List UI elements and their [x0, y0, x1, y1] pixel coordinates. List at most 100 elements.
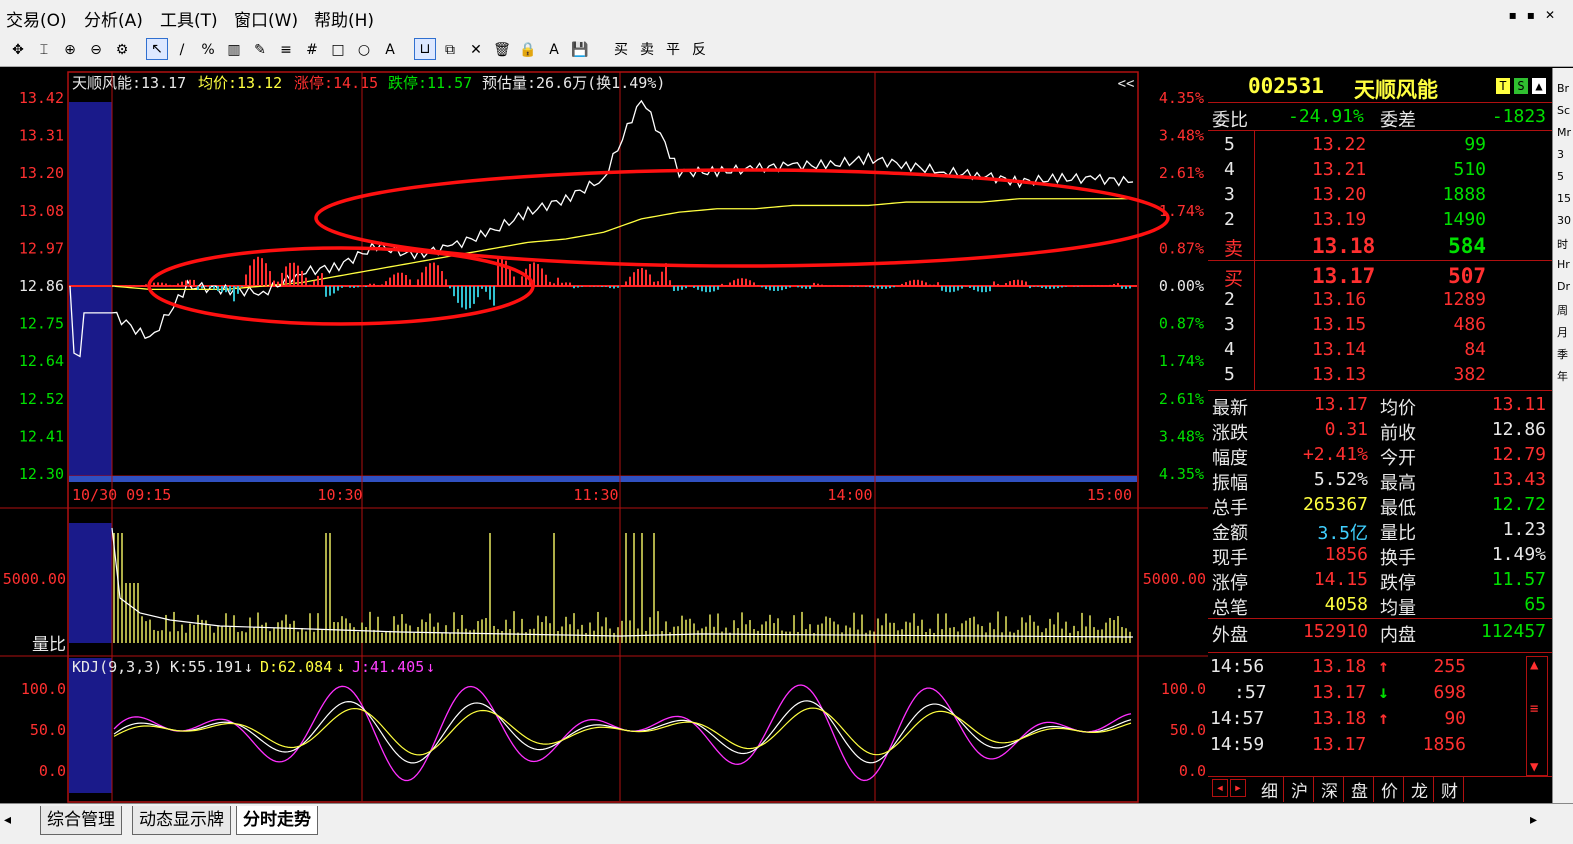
ruler-icon[interactable]: ▥	[224, 40, 244, 60]
stat-label: 金额	[1212, 523, 1248, 544]
hash-icon[interactable]: #	[302, 40, 322, 60]
wei-cha-label: 委差	[1380, 110, 1416, 131]
tab-scroll-left-icon[interactable]: ◂	[4, 812, 11, 828]
quote-s-icon[interactable]: S	[1514, 78, 1528, 94]
price-axis-label: 12.52	[19, 390, 64, 408]
sidebar-item[interactable]: 季	[1557, 346, 1568, 362]
text-icon[interactable]: A	[380, 40, 400, 60]
quote-tab-prev-icon[interactable]: ◂	[1212, 779, 1228, 797]
tick-price: 13.17	[1312, 734, 1367, 755]
kdj-d-line	[113, 707, 1132, 756]
gear-icon[interactable]: ⚙	[112, 40, 132, 60]
pct-axis-label: 2.61%	[1159, 390, 1204, 408]
header-name-price: 天顺风能:13.17	[72, 74, 186, 92]
tick-scrollbar[interactable]: ▲ ≡ ▼	[1526, 656, 1548, 776]
tab-dynamic-board[interactable]: 动态显示牌	[132, 806, 231, 835]
sidebar-item[interactable]: 周	[1557, 302, 1568, 318]
save-icon[interactable]: 💾	[570, 40, 590, 60]
minimize-icon[interactable]: ▪	[1509, 8, 1527, 22]
close-window-icon[interactable]: ✕	[1545, 8, 1565, 22]
quote-tab[interactable]: 价	[1376, 777, 1404, 802]
sidebar-item[interactable]: 时	[1557, 236, 1568, 252]
drawing-toolbar: ✥ ⌶ ⊕ ⊖ ⚙ ↖ /% ▥ ✎ ≡ # □ ○ A ⊔ ⧉ ✕ 🗑 🔒 A 💾 买卖平反	[0, 34, 1573, 67]
quote-tab[interactable]: 龙	[1406, 777, 1434, 802]
sidebar-item[interactable]: 5	[1557, 170, 1564, 183]
bottom-tab-bar: ◂ 综合管理 动态显示牌 分时走势 ▸	[0, 803, 1573, 844]
menu-tools[interactable]: 工具(T)	[160, 6, 218, 31]
panel-divider	[1208, 102, 1552, 103]
quote-tab[interactable]: 盘	[1346, 777, 1374, 802]
pct-axis-label: 4.35%	[1159, 465, 1204, 483]
tick-volume: 90	[1444, 708, 1466, 729]
stat-label: 均价	[1380, 398, 1416, 419]
tab-intraday[interactable]: 分时走势	[236, 806, 318, 835]
quote-tab-next-icon[interactable]: ▸	[1230, 779, 1246, 797]
sidebar-item[interactable]: 月	[1557, 324, 1568, 340]
pre-market-region-kdj	[69, 658, 112, 793]
price-axis-label: 13.20	[19, 164, 64, 182]
header-est-volume: 预估量:26.6万(换1.49%)	[482, 74, 665, 92]
sidebar-item[interactable]: Sc	[1557, 104, 1570, 117]
cursor-bar-icon[interactable]: ⌶	[34, 40, 54, 60]
pen-icon[interactable]: ✎	[250, 40, 270, 60]
close-icon[interactable]: ✕	[466, 40, 486, 60]
collapse-button: <<	[1118, 76, 1135, 92]
stat-value: 14.15	[1313, 569, 1368, 590]
quote-tab[interactable]: 沪	[1286, 777, 1314, 802]
arrow-icon[interactable]: ↖	[146, 38, 168, 60]
sidebar-item[interactable]: 30	[1557, 214, 1571, 227]
menu-trade[interactable]: 交易(O)	[6, 6, 67, 31]
quote-t-icon[interactable]: T	[1496, 78, 1510, 94]
sidebar-item[interactable]: Mr	[1557, 126, 1571, 139]
quote-tab[interactable]: 细	[1256, 777, 1284, 802]
menu-help[interactable]: 帮助(H)	[314, 6, 374, 31]
restore-icon[interactable]: ▪	[1527, 8, 1545, 22]
sell-volume: 1490	[1442, 209, 1486, 230]
grid-icon[interactable]: ≡	[276, 40, 296, 60]
menu-analysis[interactable]: 分析(A)	[84, 6, 143, 31]
tick-direction-icon: ↑	[1378, 708, 1389, 729]
trash-icon[interactable]: 🗑	[492, 40, 512, 60]
trade-button-1[interactable]: 卖	[636, 40, 658, 60]
scroll-page-icon[interactable]: ≡	[1530, 701, 1538, 717]
sidebar-item[interactable]: 年	[1557, 368, 1568, 384]
rect-icon[interactable]: □	[328, 40, 348, 60]
sidebar-item[interactable]: 3	[1557, 148, 1564, 161]
quote-tab[interactable]: 财	[1436, 777, 1464, 802]
color-icon[interactable]: A	[544, 40, 564, 60]
window-controls[interactable]: ▪▪✕	[1509, 8, 1565, 22]
copy-icon[interactable]: ⧉	[440, 40, 460, 60]
tab-general[interactable]: 综合管理	[40, 806, 122, 835]
lock-icon[interactable]: 🔒	[518, 40, 538, 60]
quote-up-icon[interactable]: ▲	[1532, 78, 1546, 94]
sidebar-item[interactable]: 15	[1557, 192, 1571, 205]
stat-value: 65	[1524, 594, 1546, 615]
annotation-ellipse	[314, 168, 1170, 268]
sidebar-item[interactable]: Hr	[1557, 258, 1570, 271]
circle-icon[interactable]: ○	[354, 40, 374, 60]
scroll-down-icon[interactable]: ▼	[1530, 759, 1538, 775]
stat-value: 13.17	[1313, 394, 1368, 415]
trade-button-0[interactable]: 买	[610, 40, 632, 60]
quote-tab-strip: ◂ ▸ 细沪深盘价龙财	[1208, 776, 1552, 802]
percent-icon[interactable]: %	[198, 40, 218, 60]
scroll-up-icon[interactable]: ▲	[1530, 657, 1538, 673]
sell-level: 4	[1224, 159, 1235, 180]
menu-window[interactable]: 窗口(W)	[234, 6, 298, 31]
zoom-out-icon[interactable]: ⊖	[86, 40, 106, 60]
magnet-icon[interactable]: ⊔	[414, 38, 436, 60]
tab-scroll-right-icon[interactable]: ▸	[1530, 812, 1537, 828]
quote-tab[interactable]: 深	[1316, 777, 1344, 802]
sidebar-item[interactable]: Dr	[1557, 280, 1570, 293]
zoom-in-icon[interactable]: ⊕	[60, 40, 80, 60]
trade-button-3[interactable]: 反	[688, 40, 710, 60]
intraday-chart[interactable]: 天顺风能:13.17 均价:13.12 涨停:14.15 跌停:11.57 预估量:26…	[0, 68, 1208, 803]
stat-value: 12.86	[1491, 419, 1546, 440]
sidebar-item[interactable]: Br	[1557, 82, 1569, 95]
trade-button-2[interactable]: 平	[662, 40, 684, 60]
move-icon[interactable]: ✥	[8, 40, 28, 60]
sell-level: 3	[1224, 184, 1235, 205]
stat-value: 1856	[1324, 544, 1368, 565]
wei-bi-value: -24.91%	[1288, 106, 1364, 127]
line-icon[interactable]: /	[172, 40, 192, 60]
